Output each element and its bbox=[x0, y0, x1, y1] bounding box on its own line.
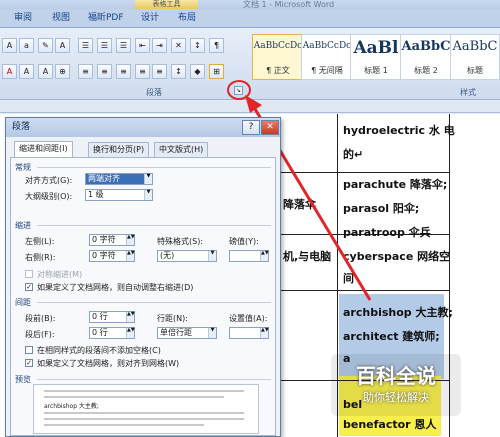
watermark-title: 百科全说 bbox=[356, 364, 436, 388]
tab-line-page-breaks[interactable]: 换行和分页(P) bbox=[88, 142, 150, 157]
watermark-subtitle: 助你轻松解决 bbox=[363, 391, 429, 404]
divider bbox=[37, 225, 271, 226]
space-before-input[interactable]: 0 行 ▲▼ bbox=[89, 311, 135, 323]
auto-adjust-right-indent-label: 如果定义了文档网格，则自动调整右缩进(D) bbox=[37, 283, 194, 292]
watermark: 百科全说 助你轻松解决 bbox=[331, 354, 461, 416]
outline-level-select[interactable]: 1 级 ▼ bbox=[85, 189, 153, 201]
spinner-icon: ▲▼ bbox=[260, 328, 269, 338]
spinner-icon: ▲▼ bbox=[126, 312, 135, 322]
right-indent-value: 0 字符 bbox=[92, 251, 116, 260]
tab-indents-spacing[interactable]: 缩进和间距(I) bbox=[14, 141, 73, 158]
left-indent-input[interactable]: 0 字符 ▲▼ bbox=[89, 234, 135, 246]
at-input[interactable]: ▲▼ bbox=[229, 327, 269, 339]
section-indent: 缩进 bbox=[15, 221, 31, 230]
spinner-icon: ▲▼ bbox=[260, 251, 269, 261]
space-after-value: 0 行 bbox=[92, 328, 108, 337]
no-space-same-style-label: 在相同样式的段落间不添加空格(C) bbox=[37, 346, 161, 355]
divider bbox=[37, 379, 271, 380]
outline-level-value: 1 级 bbox=[88, 190, 104, 199]
help-button[interactable]: ? bbox=[242, 120, 260, 135]
special-indent-label: 特殊格式(S): bbox=[157, 237, 204, 246]
close-button[interactable]: ✕ bbox=[261, 120, 279, 135]
space-after-label: 段后(F): bbox=[25, 330, 55, 339]
preview-line bbox=[44, 412, 244, 414]
alignment-label: 对齐方式(G): bbox=[25, 176, 73, 185]
left-indent-value: 0 字符 bbox=[92, 235, 116, 244]
at-label: 设置值(A): bbox=[229, 314, 268, 323]
space-before-value: 0 行 bbox=[92, 312, 108, 321]
outline-level-label: 大纲级别(O): bbox=[25, 192, 73, 201]
dialog-title: 段落 bbox=[6, 118, 280, 137]
snap-to-grid-checkbox[interactable]: ✓ bbox=[25, 359, 33, 367]
dropdown-arrow-icon: ▼ bbox=[208, 328, 216, 338]
space-after-input[interactable]: 0 行 ▲▼ bbox=[89, 327, 135, 339]
tab-asian-typography[interactable]: 中文版式(H) bbox=[154, 142, 209, 157]
paragraph-dialog: 段落 ? ✕ 缩进和间距(I) 换行和分页(P) 中文版式(H) 常规 对齐方式… bbox=[5, 117, 281, 437]
section-preview: 预览 bbox=[15, 375, 31, 384]
snap-to-grid-label: 如果定义了文档网格，则对齐到网格(W) bbox=[37, 359, 180, 368]
alignment-select[interactable]: 两端对齐 ▼ bbox=[85, 173, 153, 185]
line-spacing-select[interactable]: 单倍行距 ▼ bbox=[157, 327, 217, 339]
section-spacing: 间距 bbox=[15, 298, 31, 307]
dropdown-arrow-icon: ▼ bbox=[208, 251, 216, 261]
mirror-indents-checkbox[interactable] bbox=[25, 270, 33, 278]
by-input[interactable]: ▲▼ bbox=[229, 250, 269, 262]
divider bbox=[37, 302, 271, 303]
preview-line bbox=[44, 418, 244, 420]
left-indent-label: 左侧(L): bbox=[25, 237, 55, 246]
spinner-icon: ▲▼ bbox=[126, 235, 135, 245]
right-indent-label: 右侧(R): bbox=[25, 253, 56, 262]
auto-adjust-right-indent-checkbox[interactable]: ✓ bbox=[25, 283, 33, 291]
space-before-label: 段前(B): bbox=[25, 314, 56, 323]
line-spacing-label: 行距(N): bbox=[157, 314, 188, 323]
preview-line bbox=[44, 390, 244, 392]
line-spacing-value: 单倍行距 bbox=[160, 328, 192, 337]
no-space-same-style-checkbox[interactable] bbox=[25, 346, 33, 354]
special-indent-select[interactable]: (无) ▼ bbox=[157, 250, 217, 262]
dropdown-arrow-icon: ▼ bbox=[144, 174, 152, 184]
alignment-value: 两端对齐 bbox=[88, 174, 120, 183]
mirror-indents-label: 对称缩进(M) bbox=[37, 270, 83, 279]
spinner-icon: ▲▼ bbox=[126, 251, 135, 261]
special-indent-value: (无) bbox=[160, 251, 175, 260]
section-general: 常规 bbox=[15, 163, 31, 172]
preview-sample-text: archbishop 大主教; bbox=[44, 403, 99, 410]
right-indent-input[interactable]: 0 字符 ▲▼ bbox=[89, 250, 135, 262]
dialog-body: 常规 对齐方式(G): 两端对齐 ▼ 大纲级别(O): 1 级 ▼ 缩进 左侧(… bbox=[10, 157, 276, 436]
divider bbox=[37, 167, 271, 168]
preview-line bbox=[44, 396, 224, 398]
dropdown-arrow-icon: ▼ bbox=[144, 190, 152, 200]
spinner-icon: ▲▼ bbox=[126, 328, 135, 338]
by-label: 磅值(Y): bbox=[229, 237, 259, 246]
preview-line bbox=[44, 424, 204, 426]
preview-box: archbishop 大主教; bbox=[33, 384, 259, 434]
